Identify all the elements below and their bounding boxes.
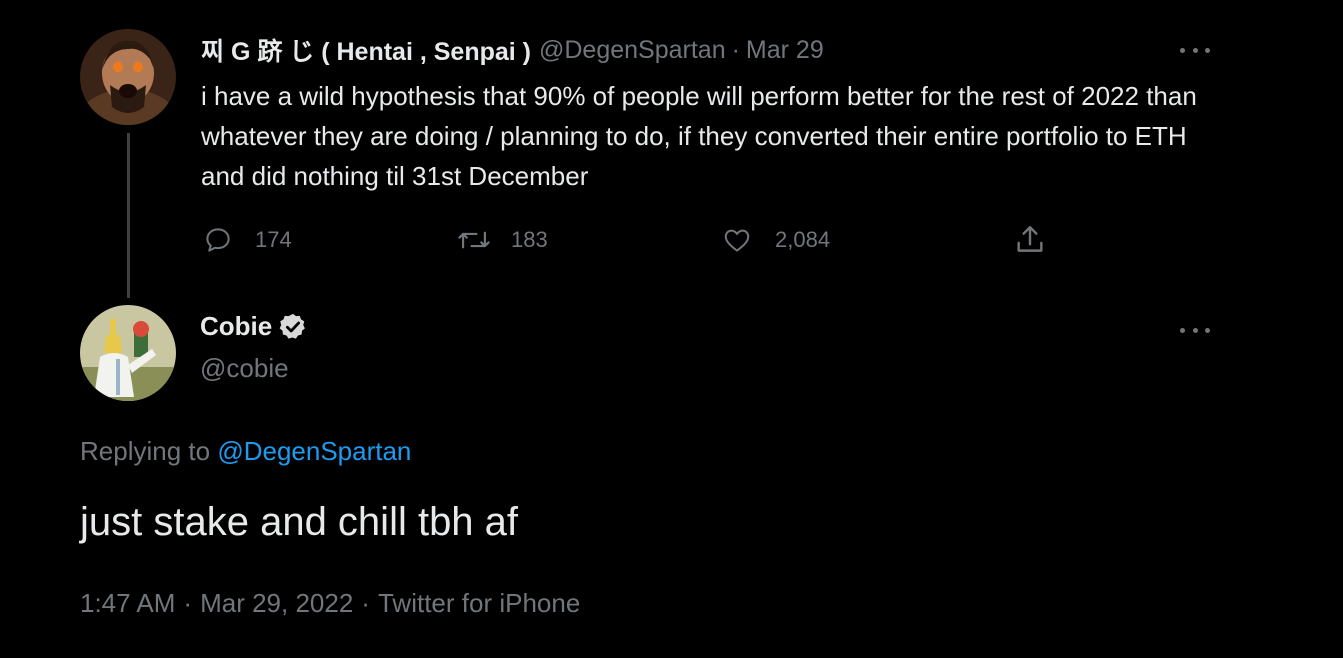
reply-avatar[interactable] <box>80 305 176 401</box>
like-count: 2,084 <box>775 227 831 252</box>
ellipsis-icon <box>1192 47 1198 53</box>
parent-avatar-image <box>80 29 176 125</box>
meta-separator: · <box>183 588 193 618</box>
thread-connector-line <box>127 133 130 298</box>
reply-tweet-time[interactable]: 1:47 AM <box>80 588 175 618</box>
reply-more-button[interactable] <box>1180 324 1210 336</box>
ellipsis-icon <box>1180 327 1185 333</box>
retweet-icon <box>458 231 490 249</box>
ellipsis-icon <box>1205 47 1210 53</box>
ellipsis-icon <box>1192 327 1198 333</box>
parent-author-name[interactable]: 찌 G 跻 じ ( Hentai , Senpai ) <box>201 32 531 68</box>
retweet-count: 183 <box>511 227 548 252</box>
retweet-button[interactable]: 183 <box>457 220 548 260</box>
like-button[interactable]: 2,084 <box>721 220 830 260</box>
ellipsis-icon <box>1205 327 1210 333</box>
replying-to-label: Replying to <box>80 436 211 466</box>
reply-tweet-meta: 1:47 AM · Mar 29, 2022 · Twitter for iPhone <box>80 588 580 619</box>
reply-tweet-date[interactable]: Mar 29, 2022 <box>200 588 353 618</box>
reply-tweet-client[interactable]: Twitter for iPhone <box>378 588 580 618</box>
share-icon <box>1017 226 1043 252</box>
parent-tweet-actions: 174 183 2,084 <box>201 220 1061 260</box>
parent-avatar[interactable] <box>80 29 176 125</box>
ellipsis-icon <box>1180 47 1185 53</box>
reply-count: 174 <box>255 227 292 252</box>
reply-button[interactable]: 174 <box>203 220 292 260</box>
parent-tweet-date[interactable]: Mar 29 <box>746 36 824 65</box>
parent-author-handle[interactable]: @DegenSpartan <box>539 36 726 65</box>
reply-avatar-image <box>80 305 176 401</box>
reply-tweet-text: just stake and chill tbh af <box>80 500 519 544</box>
header-separator: · <box>731 35 740 64</box>
reply-author-handle[interactable]: @cobie <box>200 353 289 384</box>
comment-icon <box>206 228 230 252</box>
replying-to-mention[interactable]: @DegenSpartan <box>217 436 411 466</box>
parent-more-button[interactable] <box>1180 44 1210 56</box>
meta-separator: · <box>361 588 370 618</box>
parent-tweet-header: 찌 G 跻 じ ( Hentai , Senpai ) @DegenSparta… <box>201 32 824 68</box>
reply-author-row: Cobie <box>200 311 308 342</box>
verified-badge-icon <box>279 313 306 339</box>
heart-icon <box>724 229 750 252</box>
share-button[interactable] <box>1013 220 1047 260</box>
replying-to-line: Replying to @DegenSpartan <box>80 436 411 467</box>
parent-tweet-text: i have a wild hypothesis that 90% of peo… <box>201 81 1197 191</box>
reply-author-name[interactable]: Cobie <box>200 311 272 342</box>
